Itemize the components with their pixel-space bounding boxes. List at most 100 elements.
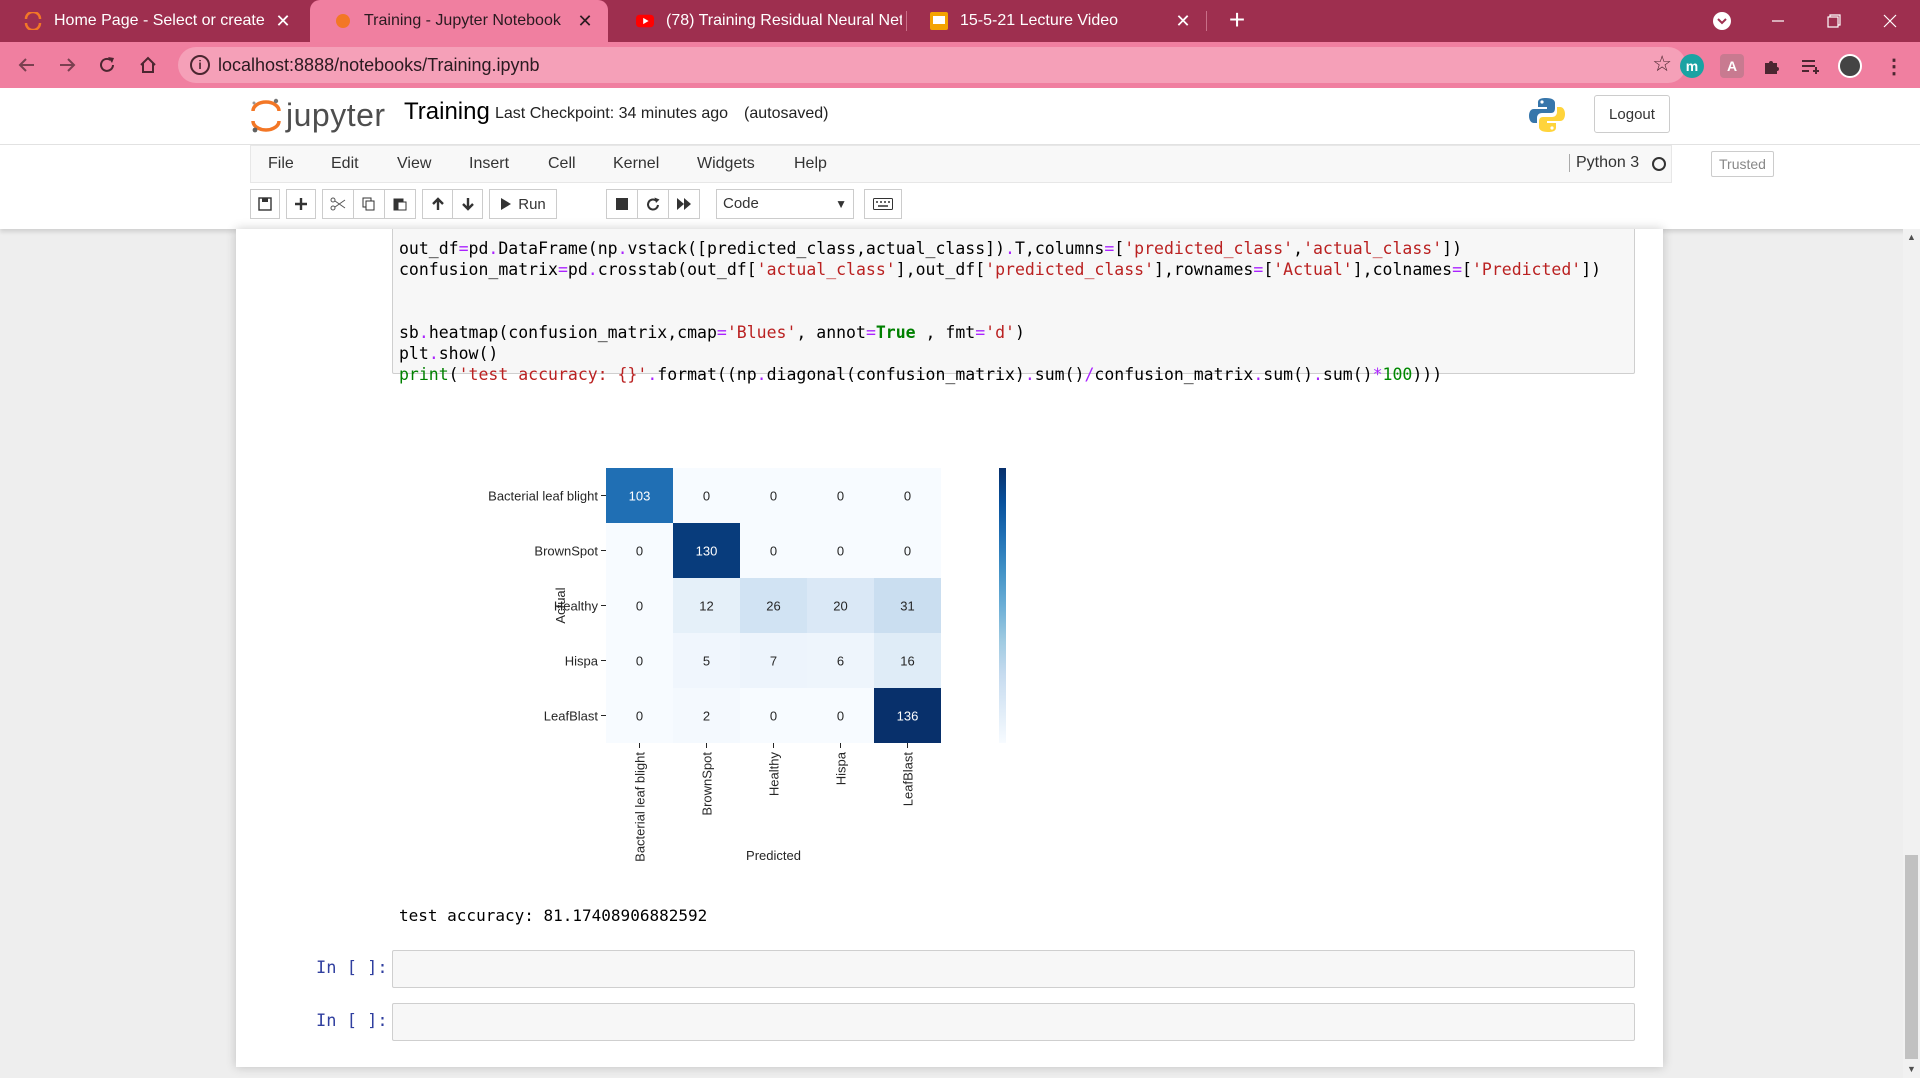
- kernel-name[interactable]: Python 3: [1569, 154, 1639, 172]
- menu-edit[interactable]: Edit: [331, 155, 359, 173]
- notebook-container: out_df=pd.DataFrame(np.vstack([predicted…: [236, 229, 1663, 1067]
- url-text: localhost:8888/notebooks/Training.ipynb: [218, 55, 540, 75]
- run-button[interactable]: Run: [489, 189, 557, 219]
- tab-lecture-video[interactable]: 15-5-21 Lecture Video ✕: [906, 0, 1206, 42]
- restart-run-all-button[interactable]: [668, 189, 700, 219]
- heatmap-cell-label: 130: [696, 544, 718, 559]
- scrollbar-thumb[interactable]: [1905, 855, 1918, 1059]
- interrupt-button[interactable]: [606, 189, 638, 219]
- menu-cell[interactable]: Cell: [548, 155, 576, 173]
- window-close-button[interactable]: [1862, 0, 1918, 42]
- code-line-1: out_df=pd.DataFrame(np.vstack([predicted…: [399, 239, 1463, 258]
- close-icon[interactable]: ✕: [570, 11, 600, 32]
- scroll-up-icon[interactable]: ▲: [1903, 229, 1920, 246]
- avatar[interactable]: [1838, 54, 1862, 78]
- copy-button[interactable]: [353, 189, 385, 219]
- code-line-7: print('test accuracy: {}'.format((np.dia…: [399, 365, 1443, 384]
- menu-kernel[interactable]: Kernel: [613, 155, 659, 173]
- code-cell-input[interactable]: [392, 950, 1635, 988]
- paste-icon: [393, 198, 407, 211]
- heatmap-cell-label: 0: [770, 709, 777, 724]
- new-tab-button[interactable]: +: [1220, 4, 1254, 36]
- code-cell-input[interactable]: [392, 1003, 1635, 1041]
- heatmap-cell-label: 0: [636, 599, 643, 614]
- jupyter-header: jupyter Training Last Checkpoint: 34 min…: [0, 88, 1920, 145]
- home-icon: [140, 56, 156, 73]
- keyboard-icon: [873, 198, 893, 210]
- minimize-icon: [1772, 20, 1784, 22]
- tab-title: 15-5-21 Lecture Video: [960, 12, 1119, 29]
- tab-home-page[interactable]: Home Page - Select or create a n ✕: [0, 0, 306, 42]
- insert-cell-button[interactable]: [286, 189, 316, 219]
- restart-button[interactable]: [637, 189, 669, 219]
- info-icon[interactable]: i: [190, 55, 210, 75]
- notebook-name[interactable]: Training: [404, 98, 490, 126]
- empty-code-cell: In [ ]:: [236, 950, 1663, 988]
- heatmap-cell-label: 0: [904, 489, 911, 504]
- slides-icon: [930, 12, 948, 30]
- heatmap-cell-label: 26: [766, 599, 780, 614]
- paste-button[interactable]: [384, 189, 416, 219]
- heatmap-cell-label: 0: [703, 489, 710, 504]
- reload-button[interactable]: [92, 50, 122, 80]
- tab-training-notebook[interactable]: Training - Jupyter Notebook ✕: [310, 0, 608, 42]
- youtube-icon: [636, 12, 654, 30]
- input-prompt: In [ ]:: [316, 958, 388, 978]
- command-palette-button[interactable]: [864, 189, 902, 219]
- page-scrollbar[interactable]: ▲ ▼: [1903, 229, 1920, 1078]
- home-button[interactable]: [133, 50, 163, 80]
- forward-button[interactable]: [52, 50, 82, 80]
- heatmap-cell-label: 0: [770, 489, 777, 504]
- extension-m-icon[interactable]: m: [1680, 54, 1704, 78]
- save-button[interactable]: [250, 189, 280, 219]
- reading-list-icon[interactable]: [1798, 54, 1822, 78]
- logout-button[interactable]: Logout: [1594, 95, 1670, 133]
- tab-title: (78) Training Residual Neural Net: [666, 12, 902, 29]
- address-bar[interactable]: i localhost:8888/notebooks/Training.ipyn…: [178, 47, 1686, 83]
- menu-help[interactable]: Help: [794, 155, 827, 173]
- move-down-button[interactable]: [452, 189, 483, 219]
- cell-type-select[interactable]: Code ▼: [716, 189, 854, 219]
- move-up-button[interactable]: [422, 189, 453, 219]
- cell-type-value: Code: [723, 195, 759, 212]
- star-icon[interactable]: ☆: [1652, 51, 1672, 77]
- extension-translate-icon[interactable]: A: [1720, 54, 1744, 78]
- cut-button[interactable]: [322, 189, 354, 219]
- heatmap-cell-label: 0: [837, 544, 844, 559]
- menu-file[interactable]: File: [268, 155, 294, 173]
- confusion-matrix-heatmap: 103 0 0 0 00 130 0 0 00 12 26 20 310 5 7 6 160 2 0 0 136Bact…: [488, 468, 1006, 863]
- scroll-down-icon[interactable]: ▼: [1903, 1061, 1920, 1078]
- tab-search-button[interactable]: [1694, 0, 1750, 42]
- more-menu-icon[interactable]: ⋮: [1882, 54, 1906, 78]
- menu-insert[interactable]: Insert: [469, 155, 509, 173]
- code-cell-input[interactable]: out_df=pd.DataFrame(np.vstack([predicted…: [392, 229, 1635, 384]
- jupyter-logo[interactable]: jupyter: [250, 96, 386, 134]
- tab-youtube-video[interactable]: (78) Training Residual Neural Net: [612, 0, 902, 42]
- puzzle-icon[interactable]: [1760, 54, 1784, 78]
- jupyter-wordmark: jupyter: [286, 96, 386, 133]
- trusted-badge[interactable]: Trusted: [1711, 151, 1774, 177]
- jupyter-icon: [334, 12, 352, 30]
- stop-icon: [616, 198, 628, 210]
- browser-toolbar: i localhost:8888/notebooks/Training.ipyn…: [0, 42, 1920, 88]
- save-icon: [258, 197, 272, 211]
- menu-view[interactable]: View: [397, 155, 431, 173]
- y-tick-label: Hispa: [565, 654, 599, 669]
- close-icon[interactable]: ✕: [268, 11, 298, 32]
- close-icon[interactable]: ✕: [1168, 11, 1198, 32]
- back-button[interactable]: [12, 50, 42, 80]
- restore-icon: [1827, 14, 1841, 28]
- heatmap-cell-label: 31: [900, 599, 914, 614]
- input-prompt: In [ ]:: [316, 1011, 388, 1031]
- kernel-status-icon: [1652, 157, 1666, 171]
- checkpoint-status: Last Checkpoint: 34 minutes ago: [495, 105, 729, 122]
- close-icon: [1883, 14, 1897, 28]
- y-tick-label: BrownSpot: [534, 544, 598, 559]
- arrow-right-icon: [60, 58, 76, 72]
- minimize-button[interactable]: [1750, 0, 1806, 42]
- y-tick-label: LeafBlast: [544, 709, 599, 724]
- heatmap-cell-label: 0: [837, 709, 844, 724]
- restore-button[interactable]: [1806, 0, 1862, 42]
- restart-icon: [646, 197, 659, 210]
- menu-widgets[interactable]: Widgets: [697, 155, 755, 173]
